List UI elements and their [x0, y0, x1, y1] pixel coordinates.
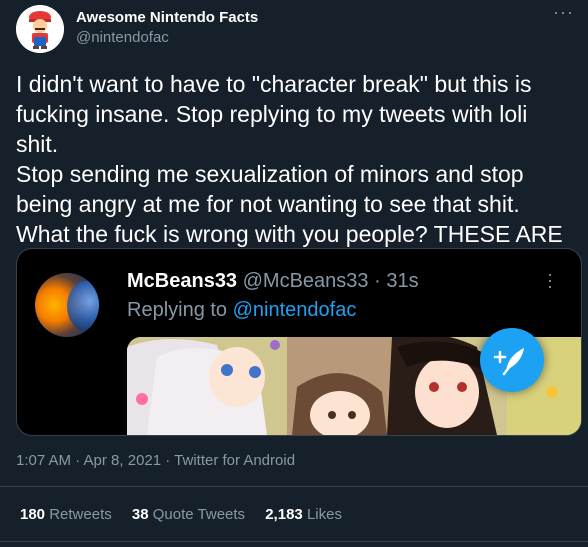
likes-label: Likes — [306, 506, 342, 523]
embedded-reply-line: Replying to @nintendofac — [127, 298, 356, 322]
likes-stat[interactable]: 2,183 Likes — [265, 506, 342, 523]
divider — [0, 486, 588, 487]
embedded-tweet-header: McBeans33 @McBeans33 · 31s — [127, 269, 419, 293]
author-display-name[interactable]: Awesome Nintendo Facts — [76, 8, 258, 28]
retweets-count: 180 — [20, 506, 46, 523]
embedded-handle[interactable]: @McBeans33 — [243, 270, 369, 292]
likes-count: 2,183 — [265, 506, 303, 523]
engagement-stats: 180 Retweets 38 Quote Tweets 2,183 Likes — [20, 505, 358, 525]
mario-avatar-icon[interactable] — [16, 5, 64, 53]
quote-tweets-stat[interactable]: 38 Quote Tweets — [132, 506, 245, 523]
tweet-timestamp-source[interactable]: 1:07 AM · Apr 8, 2021 · Twitter for Andr… — [16, 451, 295, 471]
retweets-stat[interactable]: 180 Retweets — [20, 506, 112, 523]
author-handle[interactable]: @nintendofac — [76, 28, 258, 48]
more-options-icon[interactable]: ··· — [553, 3, 574, 21]
planet-avatar-icon[interactable] — [35, 273, 99, 337]
embedded-more-icon[interactable]: · · · — [547, 265, 553, 295]
tweet-header: Awesome Nintendo Facts @nintendofac ··· — [16, 3, 576, 55]
reply-prefix: Replying to — [127, 299, 228, 321]
retweets-label: Retweets — [49, 506, 112, 523]
compose-feather-icon[interactable] — [480, 328, 544, 392]
embedded-separator: · — [374, 270, 381, 292]
author-names: Awesome Nintendo Facts @nintendofac — [76, 8, 258, 48]
quote-tweets-count: 38 — [131, 506, 149, 523]
quote-tweets-label: Quote Tweets — [152, 506, 246, 523]
reply-mention-link[interactable]: @nintendofac — [233, 299, 357, 321]
embedded-display-name[interactable]: McBeans33 — [127, 270, 237, 292]
divider — [0, 541, 588, 542]
embedded-time[interactable]: 31s — [386, 270, 418, 292]
